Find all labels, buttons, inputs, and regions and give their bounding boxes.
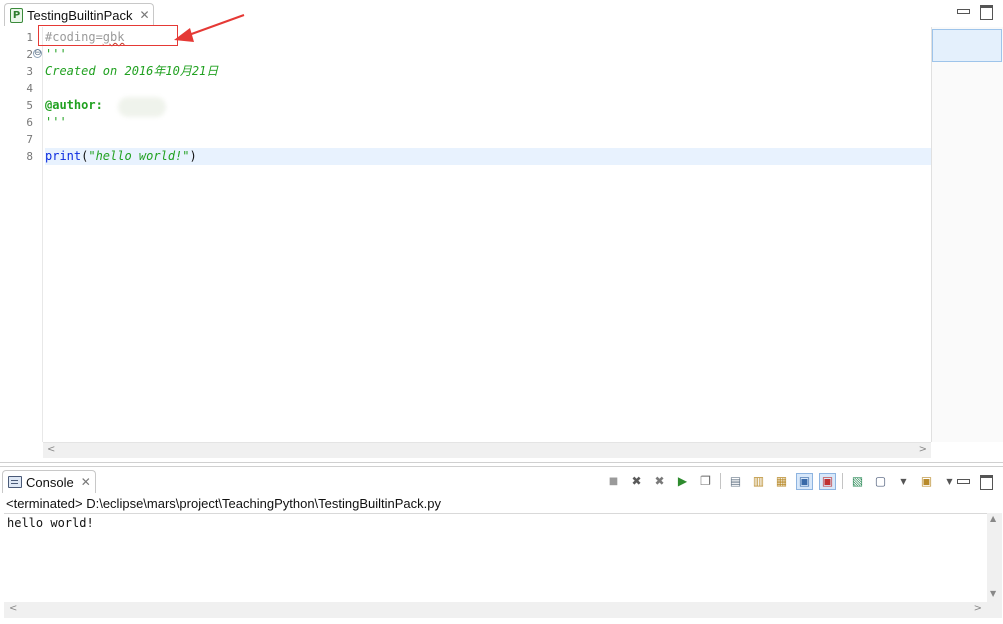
minimize-icon[interactable] [957, 5, 970, 16]
editor-horizontal-scrollbar[interactable]: < > [43, 442, 931, 458]
console-process-label: <terminated> D:\eclipse\mars\project\Tea… [6, 496, 441, 511]
string-literal: "hello world!" [88, 149, 190, 163]
maximize-icon[interactable] [980, 475, 993, 490]
docstring-created: Created on 2016年10月21日 [45, 64, 219, 78]
console-output-line: hello world! [7, 516, 94, 530]
annotation-arrow-icon [174, 14, 245, 42]
console-toolbar: ■ ✖ ✖ ▶ ❐ ▤ ▥ ▦ ▣ ▣ ▧ ▢ ▼ ▣ ▼ [605, 472, 958, 490]
chevron-down-icon[interactable]: ▼ [895, 473, 912, 490]
line-number: 3 [26, 65, 33, 78]
editor-window-controls [957, 5, 993, 20]
console-vertical-scrollbar[interactable]: ▲ ▼ [987, 513, 1002, 602]
line-number: 2 [26, 48, 33, 61]
code-editor[interactable]: 1 2 ⊖ 3 4 5 6 7 8 #coding=gbk ''' Create… [17, 27, 931, 442]
code-line-5: @author: [45, 97, 931, 114]
print-keyword: print [45, 149, 82, 163]
pin-console-icon[interactable]: ▧ [849, 473, 866, 490]
docstring-close: ''' [45, 115, 67, 129]
scroll-left-icon[interactable]: < [47, 444, 55, 455]
maximize-icon[interactable] [980, 5, 993, 20]
console-output-area[interactable]: hello world! [4, 513, 989, 602]
remove-launch-icon[interactable]: ✖ [628, 473, 645, 490]
line-number-gutter: 1 2 ⊖ 3 4 5 6 7 8 [17, 27, 43, 442]
fold-collapse-icon[interactable]: ⊖ [33, 49, 42, 58]
run-icon[interactable]: ▶ [674, 473, 691, 490]
scroll-lock-icon[interactable]: ▥ [750, 473, 767, 490]
toolbar-separator [842, 473, 843, 489]
line-number: 4 [26, 82, 33, 95]
scroll-right-icon[interactable]: > [974, 603, 982, 614]
terminate-icon[interactable]: ■ [605, 473, 622, 490]
line-number: 5 [26, 99, 33, 112]
annotation-highlight-box [38, 25, 178, 46]
close-icon[interactable]: ✕ [140, 8, 150, 22]
console-panel: Console ✕ ■ ✖ ✖ ▶ ❐ ▤ ▥ ▦ ▣ ▣ ▧ ▢ ▼ ▣ ▼ … [0, 466, 1003, 624]
clear-console-icon[interactable]: ▤ [727, 473, 744, 490]
display-console-icon[interactable]: ▢ [872, 473, 889, 490]
scroll-down-icon[interactable]: ▼ [990, 589, 996, 598]
redacted-author-name [118, 97, 166, 117]
close-paren: ) [189, 149, 197, 163]
code-text[interactable]: #coding=gbk ''' Created on 2016年10月21日 @… [45, 27, 931, 442]
overview-ruler-thumb[interactable] [932, 29, 1002, 62]
line-number: 8 [26, 150, 33, 163]
console-horizontal-scrollbar[interactable]: < > [4, 602, 1002, 618]
scroll-left-icon[interactable]: < [9, 603, 17, 614]
scroll-right-icon[interactable]: > [919, 444, 927, 455]
editor-tab-label: TestingBuiltinPack [27, 7, 133, 23]
show-on-stdout-icon[interactable]: ▣ [796, 472, 813, 490]
line-number: 6 [26, 116, 33, 129]
docstring-author-tag: @author: [45, 98, 103, 112]
docstring-open: ''' [45, 47, 67, 61]
code-line-3: Created on 2016年10月21日 [45, 63, 931, 80]
overview-ruler[interactable] [931, 27, 1003, 442]
editor-tab-strip: P TestingBuiltinPack ✕ [0, 0, 1003, 26]
open-console-icon[interactable]: ▣ [918, 473, 935, 490]
toolbar-separator [720, 473, 721, 489]
console-tab-label: Console [26, 474, 74, 490]
code-line-8-current: print("hello world!") [45, 148, 931, 165]
python-file-icon: P [10, 7, 23, 23]
console-tab[interactable]: Console ✕ [2, 470, 96, 493]
close-icon[interactable]: ✕ [81, 475, 91, 489]
code-line-6: ''' [45, 114, 931, 131]
eclipse-workbench: P TestingBuiltinPack ✕ 1 2 ⊖ 3 4 5 6 7 8 [0, 0, 1003, 624]
word-wrap-icon[interactable]: ▦ [773, 473, 790, 490]
debug-icon[interactable]: ❐ [697, 473, 714, 490]
line-number: 7 [26, 133, 33, 146]
remove-all-launches-icon[interactable]: ✖ [651, 473, 668, 490]
minimize-icon[interactable] [957, 475, 970, 486]
editor-panel: P TestingBuiltinPack ✕ 1 2 ⊖ 3 4 5 6 7 8 [0, 0, 1003, 463]
show-on-stderr-icon[interactable]: ▣ [819, 472, 836, 490]
chevron-down-icon[interactable]: ▼ [941, 473, 958, 490]
line-number: 1 [26, 31, 33, 44]
code-line-2: ''' [45, 46, 931, 63]
editor-tab-testingbuiltinpack[interactable]: P TestingBuiltinPack ✕ [4, 3, 154, 26]
console-icon [8, 476, 22, 488]
console-window-controls [957, 475, 993, 490]
scroll-up-icon[interactable]: ▲ [990, 514, 996, 523]
